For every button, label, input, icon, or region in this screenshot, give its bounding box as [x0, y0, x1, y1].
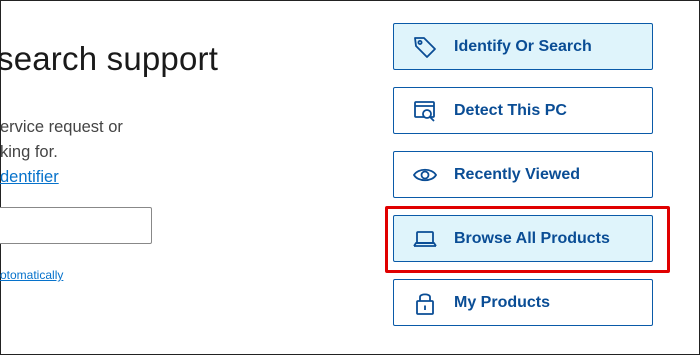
lock-icon [412, 290, 438, 316]
identify-or-search-label: Identify Or Search [454, 37, 592, 55]
selection-highlight-box [385, 206, 670, 273]
detect-automatically-link[interactable]: otomatically [0, 268, 63, 282]
detect-this-pc-label: Detect This PC [454, 101, 567, 119]
my-products-label: My Products [454, 293, 551, 311]
description-text: ervice request or king for. [0, 115, 123, 165]
recently-viewed-button[interactable]: Recently Viewed [393, 151, 653, 198]
search-input[interactable] [0, 207, 152, 244]
page-heading: search support [0, 40, 219, 77]
identifier-link[interactable]: dentifier [0, 168, 59, 187]
detect-this-pc-button[interactable]: Detect This PC [393, 87, 653, 134]
eye-icon [412, 162, 438, 188]
identify-or-search-button[interactable]: Identify Or Search [393, 23, 653, 70]
detect-pc-icon [412, 98, 438, 124]
description-line-1: ervice request or [0, 118, 123, 136]
my-products-button[interactable]: My Products [393, 279, 653, 326]
recently-viewed-label: Recently Viewed [454, 165, 580, 183]
tag-icon [412, 34, 438, 60]
description-line-2: king for. [0, 143, 58, 161]
